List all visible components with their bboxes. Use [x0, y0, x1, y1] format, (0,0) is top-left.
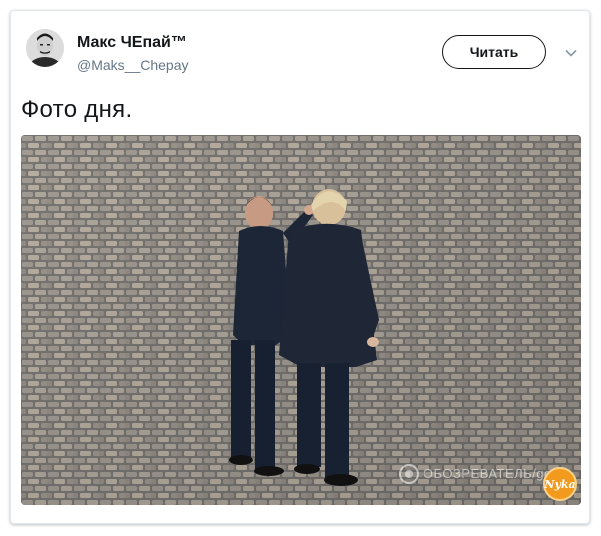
display-name[interactable]: Макс ЧЕпай™	[77, 34, 187, 52]
tweet-text: Фото дня.	[21, 96, 133, 123]
tweet-card: Макс ЧЕпай™ @Maks__Chepay Читать Фото дн…	[10, 10, 590, 524]
avatar[interactable]	[26, 29, 64, 67]
follow-button[interactable]: Читать	[442, 35, 546, 69]
camera-icon	[399, 464, 419, 484]
user-handle[interactable]: @Maks__Chepay	[77, 57, 189, 73]
tweet-photo[interactable]: ОБОЗРЕВАТЕЛЬ/getty Nyka	[21, 135, 581, 505]
avatar-portrait	[26, 29, 64, 67]
chevron-down-icon[interactable]	[564, 46, 578, 60]
photo-image	[21, 135, 581, 505]
site-logo-badge: Nyka	[543, 467, 577, 501]
